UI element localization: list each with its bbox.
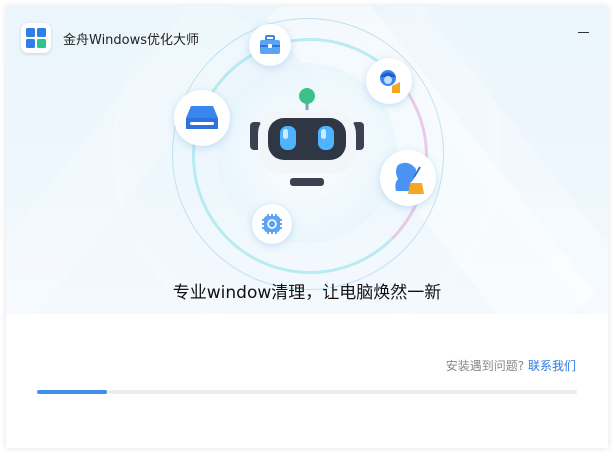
- install-progress-fill: [37, 390, 108, 394]
- help-text: 安装遇到问题?: [445, 359, 525, 373]
- robot-mascot-icon: [248, 84, 366, 188]
- app-title: 金舟Windows优化大师: [63, 33, 200, 48]
- contact-us-link[interactable]: 联系我们: [528, 359, 576, 373]
- minimize-button[interactable]: [572, 20, 596, 44]
- disk-drive-icon: [174, 90, 230, 146]
- slogan-text: 专业window清理，让电脑焕然一新: [172, 283, 442, 303]
- chip-refresh-icon: [252, 204, 292, 244]
- minimize-icon: [578, 32, 589, 33]
- install-progress-bar: [37, 390, 577, 394]
- person-broom-icon: [380, 150, 436, 206]
- hero-banner: 金舟Windows优化大师 专业window清理，让电脑焕然一新: [6, 6, 608, 314]
- toolbox-icon: [249, 24, 291, 66]
- app-logo-icon: [21, 23, 51, 53]
- user-clean-icon: [366, 58, 412, 104]
- help-line: 安装遇到问题? 联系我们: [446, 357, 576, 374]
- installer-window: 金舟Windows优化大师 专业window清理，让电脑焕然一新 安装遇到问题?…: [6, 6, 608, 448]
